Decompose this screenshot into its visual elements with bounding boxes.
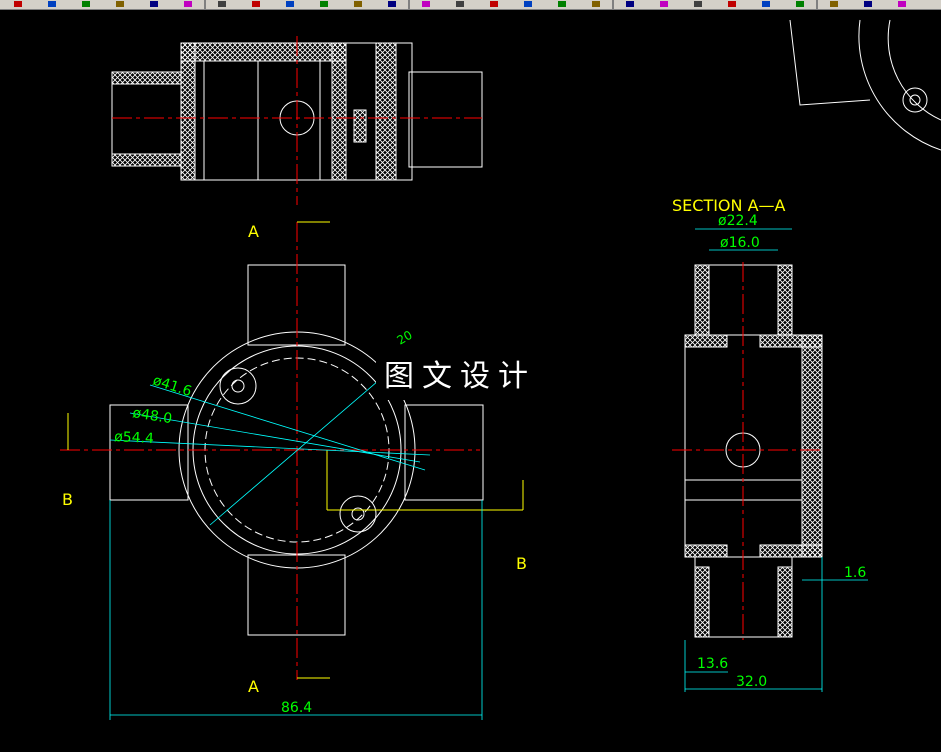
toolbar-save-button[interactable] — [82, 1, 90, 7]
toolbar-undo-button[interactable] — [252, 1, 260, 7]
dim-d16-0: ø16.0 — [720, 235, 760, 251]
toolbar-print-button[interactable] — [116, 1, 124, 7]
toolbar-measure-button[interactable] — [796, 1, 804, 7]
toolbar-open-button[interactable] — [48, 1, 56, 7]
dim-d54-4: ø54.4 — [114, 429, 155, 447]
dim-w86-4: 86.4 — [281, 700, 312, 716]
label-a-top: A — [248, 222, 259, 241]
toolbar-text-button[interactable] — [694, 1, 702, 7]
toolbar-hatch-button[interactable] — [660, 1, 668, 7]
toolbar-redo-button[interactable] — [286, 1, 294, 7]
toolbar-draw-line-button[interactable] — [524, 1, 532, 7]
toolbar-dimension-button[interactable] — [626, 1, 634, 7]
section-dimensions — [684, 228, 868, 692]
toolbar-insert-button[interactable] — [762, 1, 770, 7]
toolbar-draw-circle-button[interactable] — [558, 1, 566, 7]
toolbar-ortho-button[interactable] — [898, 1, 906, 7]
dim-t1-6: 1.6 — [844, 565, 866, 581]
toolbar-zoom-extents-button[interactable] — [422, 1, 430, 7]
toolbar-grid-button[interactable] — [864, 1, 872, 7]
toolbar-properties-button[interactable] — [456, 1, 464, 7]
label-b-left: B — [62, 490, 73, 509]
label-b-right: B — [516, 554, 527, 573]
front-dimensions — [109, 374, 483, 720]
toolbar-new-button[interactable] — [14, 1, 22, 7]
dim-d22-4: ø22.4 — [718, 213, 758, 229]
front-view — [60, 221, 524, 680]
toolbar-separator — [204, 0, 206, 9]
toolbar-layers-button[interactable] — [490, 1, 498, 7]
watermark: 图文设计 — [376, 354, 584, 400]
toolbar — [0, 0, 941, 10]
top-view — [111, 36, 483, 205]
dim-w32-0: 32.0 — [736, 674, 767, 690]
toolbar-draw-arc-button[interactable] — [592, 1, 600, 7]
dim-partial: 20 — [395, 328, 415, 348]
toolbar-paste-button[interactable] — [218, 1, 226, 7]
section-view — [672, 262, 823, 640]
toolbar-snap-button[interactable] — [830, 1, 838, 7]
toolbar-zoom-window-button[interactable] — [388, 1, 396, 7]
dim-d41-6: ø41.6 — [151, 373, 194, 401]
toolbar-separator — [408, 0, 410, 9]
dim-d48-0: ø48.0 — [131, 405, 173, 427]
toolbar-copy-button[interactable] — [184, 1, 192, 7]
toolbar-separator — [612, 0, 614, 9]
toolbar-zoom-button[interactable] — [354, 1, 362, 7]
toolbar-pan-button[interactable] — [320, 1, 328, 7]
toolbar-block-button[interactable] — [728, 1, 736, 7]
detail-view-partial — [789, 19, 941, 151]
label-a-bottom: A — [248, 677, 259, 696]
toolbar-cut-button[interactable] — [150, 1, 158, 7]
toolbar-separator — [816, 0, 818, 9]
dim-w13-6: 13.6 — [697, 656, 728, 672]
